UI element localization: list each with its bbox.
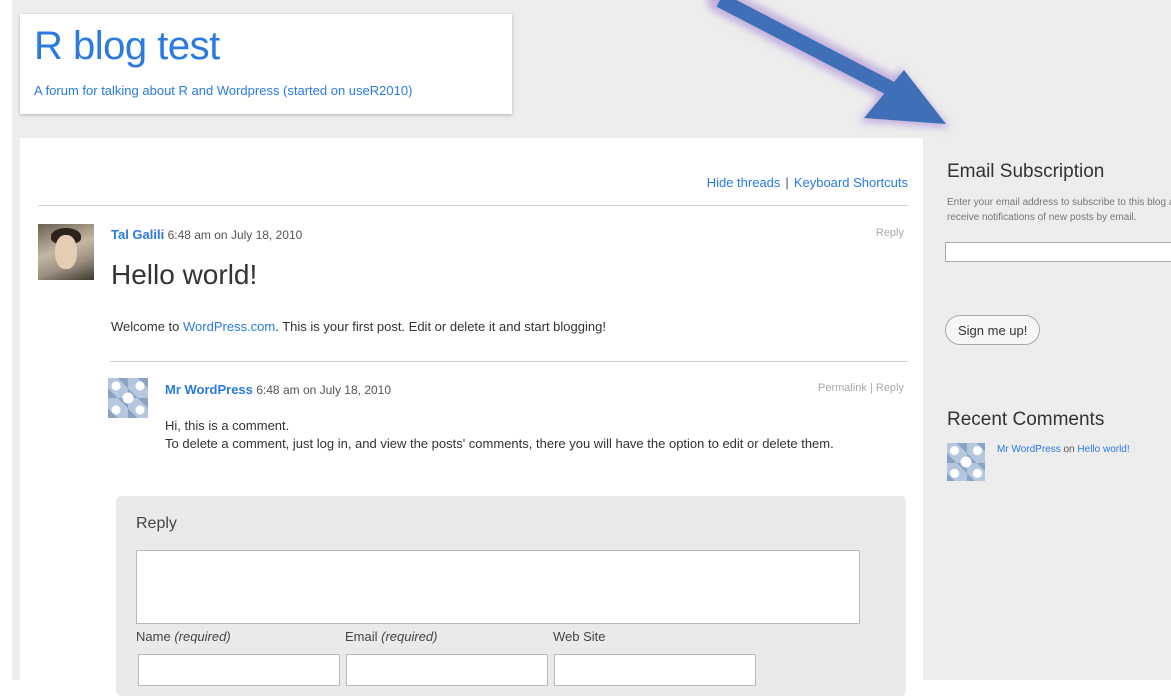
- site-title[interactable]: R blog test: [34, 24, 220, 69]
- post-body-suffix: . This is your first post. Edit or delet…: [275, 319, 606, 334]
- email-subscription-description: Enter your email address to subscribe to…: [947, 197, 1171, 223]
- comment-meta: Mr WordPress 6:48 am on July 18, 2010: [165, 382, 391, 397]
- recent-comment-post-link[interactable]: Hello world!: [1077, 444, 1129, 455]
- comment-author-link[interactable]: Mr WordPress: [165, 382, 253, 397]
- comment-timestamp[interactable]: 6:48 am on July 18, 2010: [256, 383, 391, 397]
- thread-tools: Hide threads | Keyboard Shortcuts: [640, 175, 908, 190]
- post-author-avatar[interactable]: [38, 224, 94, 280]
- email-label-text: Email: [345, 629, 378, 644]
- recent-comment-avatar[interactable]: [947, 443, 985, 481]
- comment-line: Hi, this is a comment.: [165, 418, 290, 433]
- subscribe-email-input[interactable]: [945, 242, 1171, 262]
- recent-comments-title: Recent Comments: [947, 409, 1105, 430]
- annotation-arrow-icon: [707, 0, 950, 128]
- hide-threads-link[interactable]: Hide threads: [707, 175, 781, 190]
- recent-comment-author-link[interactable]: Mr WordPress: [997, 444, 1061, 455]
- email-input[interactable]: [346, 654, 548, 686]
- email-subscription-title: Email Subscription: [947, 161, 1105, 182]
- keyboard-shortcuts-link[interactable]: Keyboard Shortcuts: [794, 175, 908, 190]
- post-body-prefix: Welcome to: [111, 319, 184, 334]
- required-note: (required): [174, 629, 231, 644]
- site-header: R blog test A forum for talking about R …: [20, 14, 512, 114]
- post-body: Welcome to WordPress.com. This is your f…: [111, 319, 606, 334]
- post-author-link[interactable]: Tal Galili: [111, 227, 164, 242]
- required-note: (required): [381, 629, 438, 644]
- thread-tools-separator: |: [785, 175, 789, 190]
- name-label-text: Name: [136, 629, 171, 644]
- sign-me-up-button[interactable]: Sign me up!: [945, 315, 1041, 345]
- window-edge: [0, 0, 12, 680]
- website-label: Web Site: [553, 629, 606, 644]
- main-content: Hide threads | Keyboard Shortcuts Tal Gali…: [20, 138, 923, 696]
- post-title[interactable]: Hello world!: [111, 259, 257, 291]
- email-label: Email (required): [345, 629, 438, 644]
- avatar-face: [55, 235, 77, 269]
- name-input[interactable]: [138, 654, 340, 686]
- site-description: A forum for talking about R and Wordpres…: [34, 83, 413, 98]
- reply-textarea[interactable]: [136, 550, 860, 624]
- divider: [38, 205, 908, 206]
- recent-comment-on: on: [1060, 444, 1078, 455]
- comment-body: Hi, this is a comment. To delete a comme…: [165, 417, 905, 453]
- post-reply-link[interactable]: Reply: [800, 227, 904, 239]
- wordpress-link[interactable]: WordPress.com: [183, 319, 275, 334]
- comment-actions[interactable]: Permalink | Reply: [720, 382, 904, 394]
- reply-form-title: Reply: [136, 515, 177, 532]
- comment-line: To delete a comment, just log in, and vi…: [165, 436, 834, 451]
- recent-comment-item: Mr WordPress on Hello world!: [997, 444, 1130, 455]
- post-meta: Tal Galili 6:48 am on July 18, 2010: [111, 227, 302, 242]
- name-label: Name (required): [136, 629, 231, 644]
- website-input[interactable]: [554, 654, 756, 686]
- comments-divider: [110, 361, 908, 362]
- reply-form: Reply Name (required) Email (required) W…: [116, 496, 906, 696]
- comment-author-avatar[interactable]: [108, 378, 148, 418]
- post-timestamp[interactable]: 6:48 am on July 18, 2010: [168, 228, 303, 242]
- sidebar: Email Subscription Enter your email addr…: [923, 138, 1171, 680]
